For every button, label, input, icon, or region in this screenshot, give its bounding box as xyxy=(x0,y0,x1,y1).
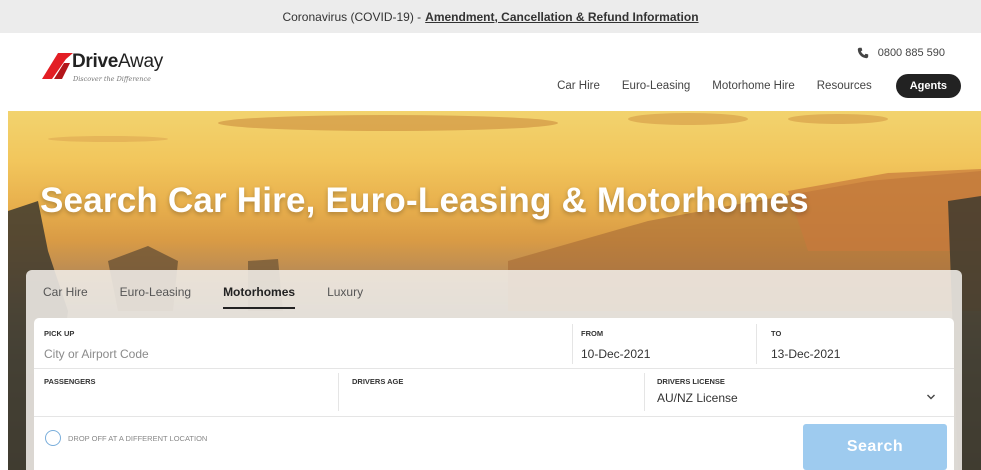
divider xyxy=(34,368,954,369)
drivers-license-select[interactable]: AU/NZ License xyxy=(657,391,937,405)
search-button[interactable]: Search xyxy=(803,424,947,470)
logo-mark xyxy=(42,53,73,79)
logo-text: DriveAway xyxy=(72,51,163,72)
dropoff-label: DROP OFF AT A DIFFERENT LOCATION xyxy=(68,434,208,443)
pickup-input[interactable]: City or Airport Code xyxy=(44,347,564,361)
from-date[interactable]: 10-Dec-2021 xyxy=(581,347,741,361)
site-header: DriveAway Discover the Difference 0800 8… xyxy=(0,33,981,111)
divider xyxy=(338,373,339,411)
banner-text: Coronavirus (COVID-19) - xyxy=(282,9,422,24)
hero-title: Search Car Hire, Euro-Leasing & Motorhom… xyxy=(40,181,809,220)
divider xyxy=(572,324,573,364)
covid-banner: Coronavirus (COVID-19) - Amendment, Canc… xyxy=(0,0,981,33)
nav-car-hire[interactable]: Car Hire xyxy=(557,80,600,92)
drivers-age-field[interactable]: DRIVERS AGE xyxy=(352,377,642,395)
nav-euro-leasing[interactable]: Euro-Leasing xyxy=(622,80,690,92)
search-tabs: Car Hire Euro-Leasing Motorhomes Luxury xyxy=(43,285,395,309)
agents-button[interactable]: Agents xyxy=(895,74,961,98)
divider xyxy=(34,416,954,417)
to-label: TO xyxy=(771,329,782,338)
phone-icon xyxy=(857,47,868,59)
main-nav: Car Hire Euro-Leasing Motorhome Hire Res… xyxy=(535,74,961,98)
pickup-label: PICK UP xyxy=(44,329,75,338)
tab-luxury[interactable]: Luxury xyxy=(327,285,363,309)
tab-euro-leasing[interactable]: Euro-Leasing xyxy=(120,285,191,309)
search-form: PICK UP City or Airport Code FROM 10-Dec… xyxy=(34,318,954,470)
phone-contact[interactable]: 0800 885 590 xyxy=(857,47,945,59)
from-field[interactable]: FROM 10-Dec-2021 xyxy=(581,329,741,361)
tab-car-hire[interactable]: Car Hire xyxy=(43,285,88,309)
tab-motorhomes[interactable]: Motorhomes xyxy=(223,285,296,309)
passengers-label: PASSENGERS xyxy=(44,377,96,386)
pickup-field[interactable]: PICK UP City or Airport Code xyxy=(44,329,564,361)
dropoff-radio[interactable] xyxy=(45,430,61,446)
passengers-field[interactable]: PASSENGERS xyxy=(44,377,334,395)
banner-link[interactable]: Amendment, Cancellation & Refund Informa… xyxy=(425,10,698,24)
drivers-age-label: DRIVERS AGE xyxy=(352,377,404,386)
drivers-license-field[interactable]: DRIVERS LICENSE AU/NZ License xyxy=(657,377,937,405)
to-field[interactable]: TO 13-Dec-2021 xyxy=(771,329,931,361)
nav-motorhome-hire[interactable]: Motorhome Hire xyxy=(712,80,794,92)
nav-resources[interactable]: Resources xyxy=(817,80,872,92)
logo[interactable]: DriveAway Discover the Difference xyxy=(40,49,170,89)
chevron-down-icon[interactable] xyxy=(926,393,936,401)
logo-tagline: Discover the Difference xyxy=(73,75,151,83)
to-date[interactable]: 13-Dec-2021 xyxy=(771,347,931,361)
phone-number: 0800 885 590 xyxy=(877,47,945,59)
divider xyxy=(756,324,757,364)
drivers-license-label: DRIVERS LICENSE xyxy=(657,377,725,386)
divider xyxy=(644,373,645,411)
search-panel: Car Hire Euro-Leasing Motorhomes Luxury … xyxy=(26,270,962,470)
from-label: FROM xyxy=(581,329,604,338)
